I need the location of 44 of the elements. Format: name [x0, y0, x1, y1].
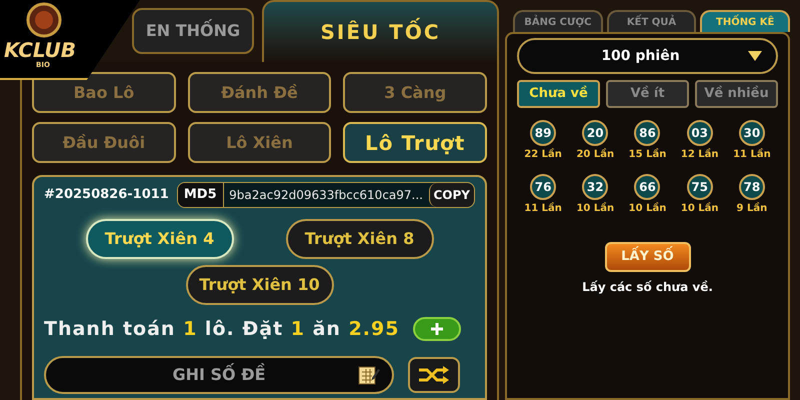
md5-label: MD5 [178, 183, 224, 207]
hit-count: 10 Lần [680, 201, 719, 216]
hit-count: 22 Lần [524, 147, 562, 162]
hit-count: 10 Lần [576, 201, 614, 216]
shuffle-button[interactable] [408, 356, 460, 392]
number-input[interactable]: GHI SỐ ĐỀ [44, 356, 394, 394]
stats-tab[interactable]: THỐNG KÊ [700, 10, 790, 32]
copy-button[interactable]: COPY [428, 183, 474, 207]
option-button[interactable]: Trượt Xiên 8 [286, 219, 434, 259]
option-button[interactable]: Trượt Xiên 4 [86, 219, 234, 259]
bet-type-button[interactable]: Lô Xiên [188, 122, 332, 163]
logo-text: KCLUB [4, 40, 76, 60]
period-dropdown[interactable]: 100 phiên [517, 38, 778, 74]
filter-tab[interactable]: Về nhiều [695, 80, 778, 108]
hit-count: 20 Lần [576, 147, 614, 162]
hit-count: 10 Lần [628, 201, 666, 216]
bet-type-button[interactable]: Đánh Đề [188, 72, 332, 113]
hit-count: 12 Lần [680, 147, 719, 162]
shuffle-icon [417, 364, 451, 384]
filter-tab[interactable]: Chưa về [517, 80, 600, 108]
bet-type-button[interactable]: Bao Lô [32, 72, 176, 113]
round-id: #20250826-1011 [44, 186, 169, 204]
option-button[interactable]: Trượt Xiên 10 [186, 265, 334, 305]
mode-tab[interactable]: EN THỐNG [132, 8, 254, 54]
stats-tab[interactable]: KẾT QUẢ [606, 10, 696, 32]
edit-icon[interactable] [358, 364, 380, 386]
hit-count: 11 Lần [733, 147, 771, 162]
bet-type-button[interactable]: Đầu Đuôi [32, 122, 176, 163]
bet-type-button[interactable]: Lô Trượt [343, 122, 487, 163]
mode-tab[interactable]: SIÊU TỐC [262, 0, 499, 62]
hit-count: 11 Lần [524, 201, 562, 216]
pick-hint: Lấy các số chưa về. [582, 279, 713, 296]
emblem-icon [24, 2, 64, 38]
plus-icon [430, 322, 444, 336]
plus-button[interactable] [413, 317, 462, 342]
filter-tab[interactable]: Về ít [606, 80, 689, 108]
pick-numbers-button[interactable]: LẤY SỐ [604, 242, 690, 272]
md5-hash: 9ba2ac92d09633fbcc610ca97... [228, 187, 424, 204]
caret-icon [748, 51, 762, 61]
stats-tab[interactable]: BẢNG CƯỢC [513, 10, 603, 32]
hit-count: 9 Lần [736, 201, 768, 216]
bet-type-button[interactable]: 3 Càng [343, 72, 487, 113]
payout-text: Thanh toán 1 lô. Đặt 1 ăn 2.95 [44, 317, 400, 342]
hit-count: 15 Lần [628, 147, 666, 162]
